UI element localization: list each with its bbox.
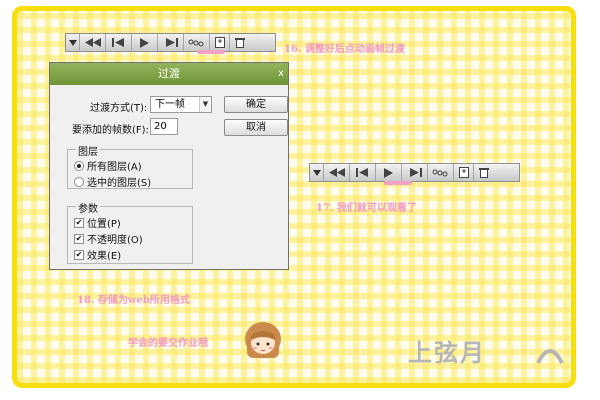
opacity-label: 不透明度(O) [87, 235, 143, 246]
tween-dialog: 过渡 x 过渡方式(T): 下一帧 ▼ 要添加的帧数(F): 20 确定 取消 … [49, 62, 289, 270]
play-button-highlight [384, 181, 412, 185]
checkbox-checked-icon[interactable]: ✔ [74, 233, 84, 244]
next-frame-icon[interactable] [402, 164, 428, 181]
frames-to-add-input[interactable]: 20 [150, 118, 178, 135]
position-option[interactable]: ✔ 位置(P) [74, 215, 121, 230]
selected-layers-option[interactable]: 选中的图层(S) [74, 174, 151, 189]
animation-toolbar-bottom [309, 163, 520, 182]
tween-with-select[interactable]: 下一帧 ▼ [150, 96, 212, 113]
all-layers-label: 所有图层(A) [87, 162, 142, 173]
frames-to-add-label: 要添加的帧数(F): [72, 125, 149, 136]
first-frame-icon[interactable] [324, 164, 350, 181]
step16-caption: 16. 调整好后点动画帧过渡 [284, 44, 405, 55]
cartoon-girl-icon [243, 321, 283, 359]
position-label: 位置(P) [87, 219, 121, 230]
previous-frame-icon[interactable] [106, 34, 132, 51]
radio-unselected-icon[interactable] [74, 176, 84, 187]
previous-frame-icon[interactable] [350, 164, 376, 181]
effects-label: 效果(E) [87, 251, 122, 262]
first-frame-icon[interactable] [80, 34, 106, 51]
tween-icon[interactable] [184, 34, 210, 51]
moon-arc-icon [535, 343, 565, 369]
chevron-down-icon[interactable]: ▼ [199, 97, 211, 112]
step18-caption: 18. 存储为web所用格式 [77, 295, 190, 306]
play-icon[interactable] [132, 34, 158, 51]
effects-option[interactable]: ✔ 效果(E) [74, 247, 121, 262]
next-frame-icon[interactable] [158, 34, 184, 51]
tween-button-highlight [197, 50, 225, 54]
animation-toolbar-top [65, 33, 276, 52]
homework-caption: 学会的要交作业哦 [128, 338, 208, 349]
layers-group: 图层 所有图层(A) 选中的图层(S) [67, 143, 193, 189]
dropdown-arrow-icon[interactable] [66, 34, 80, 51]
play-icon[interactable] [376, 164, 402, 181]
step17-caption: 17. 我们就可以观看了 [316, 203, 417, 214]
ok-button[interactable]: 确定 [224, 96, 288, 113]
cancel-button[interactable]: 取消 [224, 119, 288, 136]
close-icon[interactable]: x [274, 66, 288, 81]
params-group-title: 参数 [76, 200, 100, 215]
dropdown-arrow-icon[interactable] [310, 164, 324, 181]
radio-selected-icon[interactable] [74, 160, 84, 171]
watermark-text: 上弦月 [408, 339, 486, 367]
checkbox-checked-icon[interactable]: ✔ [74, 217, 84, 228]
new-frame-icon[interactable] [454, 164, 474, 181]
delete-frame-icon[interactable] [230, 34, 250, 51]
opacity-option[interactable]: ✔ 不透明度(O) [74, 231, 143, 246]
tween-with-value: 下一帧 [155, 99, 185, 110]
delete-frame-icon[interactable] [474, 164, 494, 181]
checkbox-checked-icon[interactable]: ✔ [74, 249, 84, 260]
selected-layers-label: 选中的图层(S) [87, 178, 152, 189]
tween-icon[interactable] [428, 164, 454, 181]
dialog-title: 过渡 [50, 63, 288, 85]
tween-with-label: 过渡方式(T): [90, 103, 148, 114]
new-frame-icon[interactable] [210, 34, 230, 51]
all-layers-option[interactable]: 所有图层(A) [74, 158, 142, 173]
params-group: 参数 ✔ 位置(P) ✔ 不透明度(O) ✔ 效果(E) [67, 200, 193, 264]
layers-group-title: 图层 [76, 143, 100, 158]
